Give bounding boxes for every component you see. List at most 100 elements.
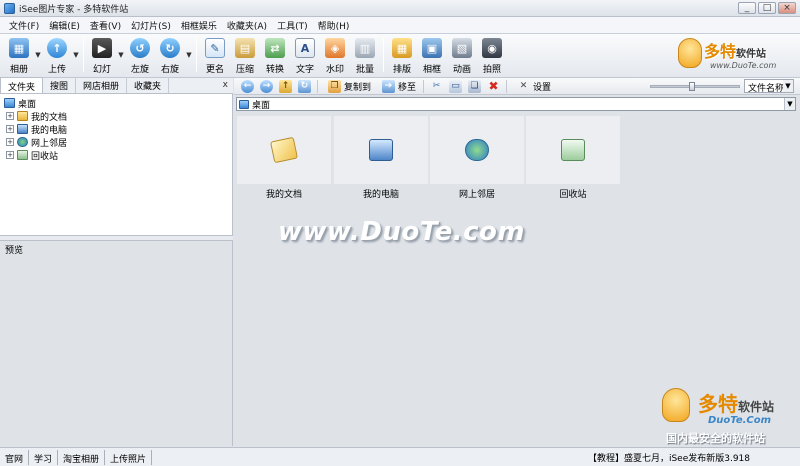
menu-edit[interactable]: 编辑(E)	[44, 19, 85, 32]
maximize-button[interactable]: □	[758, 2, 776, 14]
thumbnail-size-slider[interactable]	[650, 82, 740, 91]
minimize-button[interactable]: _	[738, 2, 756, 14]
thumbnail-network[interactable]	[430, 116, 524, 184]
thumbnail-my-computer[interactable]	[334, 116, 428, 184]
tree-item-desktop[interactable]: 桌面	[4, 97, 37, 110]
expand-icon[interactable]: +	[6, 151, 14, 159]
rotate-left-icon: ↺	[130, 38, 150, 58]
compress-button[interactable]: ▤ 压缩	[230, 34, 260, 76]
slideshow-label: 幻灯	[92, 65, 111, 75]
menu-file[interactable]: 文件(F)	[4, 19, 44, 32]
menu-slideshow[interactable]: 幻灯片(S)	[126, 19, 176, 32]
animation-button[interactable]: ▧ 动画	[447, 34, 477, 76]
status-bar: 官网 学习 淘宝相册 上传照片 【教程】盛夏七月，iSee发布新版3.918	[0, 447, 800, 466]
watermark-text: www.DuoTe.com	[278, 217, 525, 247]
watermark-button[interactable]: ◈ 水印	[320, 34, 350, 76]
menu-favorites[interactable]: 收藏夹(A)	[222, 19, 272, 32]
chevron-down-icon[interactable]: ▼	[784, 98, 795, 110]
watermark-label: 水印	[325, 65, 344, 75]
thumbnail-label: 回收站	[559, 190, 587, 200]
tab-shop-album[interactable]: 网店相册	[76, 77, 128, 93]
photo-button[interactable]: ◉ 拍照	[477, 34, 507, 76]
upload-button[interactable]: ↑ 上传	[42, 34, 72, 76]
batch-icon: ▥	[355, 38, 375, 58]
menu-view[interactable]: 查看(V)	[85, 19, 126, 32]
expand-icon[interactable]: +	[6, 112, 14, 120]
thumbnail-label: 网上邻居	[458, 190, 495, 200]
sort-select[interactable]: 文件名称 ▼	[744, 79, 794, 94]
rotate-left-button[interactable]: ↺ 左旋	[125, 34, 155, 76]
expand-icon[interactable]: +	[6, 125, 14, 133]
my-documents-icon	[17, 111, 28, 121]
compress-label: 压缩	[235, 65, 254, 75]
nav-separator	[423, 79, 425, 93]
back-icon[interactable]: ←	[241, 79, 254, 93]
my-documents-icon	[269, 136, 299, 164]
close-button[interactable]: ×	[778, 2, 796, 14]
slider-thumb[interactable]	[689, 82, 695, 91]
expand-icon[interactable]: +	[6, 138, 14, 146]
album-dropdown-icon[interactable]: ▼	[34, 34, 42, 76]
status-news-link[interactable]: 【教程】盛夏七月，iSee发布新版3.918	[588, 451, 750, 464]
tree-item-recycle-bin[interactable]: + 回收站	[6, 149, 59, 162]
tree-item-label: 我的电脑	[31, 125, 68, 136]
album-button[interactable]: ▦ 相册	[4, 34, 34, 76]
batch-button[interactable]: ▥ 批量	[350, 34, 380, 76]
nav-separator	[506, 79, 508, 93]
rotate-right-button[interactable]: ↻ 右旋	[155, 34, 185, 76]
menu-help[interactable]: 帮助(H)	[313, 19, 355, 32]
rotate-dropdown-icon[interactable]: ▼	[185, 34, 193, 76]
tab-folders[interactable]: 文件夹	[0, 77, 44, 93]
address-bar[interactable]: 桌面 ▼	[236, 97, 796, 111]
folder-up-icon[interactable]: ↑	[279, 79, 292, 93]
tab-favorites[interactable]: 收藏夹	[127, 77, 170, 93]
menu-tools[interactable]: 工具(T)	[272, 19, 313, 32]
tree-item-label: 桌面	[18, 99, 37, 110]
duplicate-icon[interactable]: ❏	[468, 79, 482, 93]
tools-icon: ✕	[519, 80, 528, 91]
status-link-taobao-album[interactable]: 淘宝相册	[58, 449, 106, 465]
mascot-icon	[662, 388, 690, 422]
tree-item-label: 回收站	[31, 151, 59, 162]
move-to-button[interactable]: ➔ 移至	[379, 79, 417, 93]
frame-button[interactable]: ▣ 相框	[417, 34, 447, 76]
delete-icon[interactable]: ✖	[487, 79, 500, 93]
menu-frame-fun[interactable]: 相框娱乐	[176, 19, 222, 32]
my-computer-icon	[17, 124, 28, 134]
frame-label: 相框	[422, 65, 441, 75]
upload-label: 上传	[47, 65, 66, 75]
upload-dropdown-icon[interactable]: ▼	[72, 34, 80, 76]
status-link-website[interactable]: 官网	[0, 449, 30, 465]
convert-button[interactable]: ⇄ 转换	[260, 34, 290, 76]
refresh-icon[interactable]: ↻	[298, 79, 311, 93]
pane-close-button[interactable]: x	[223, 80, 228, 90]
tree-item-network[interactable]: + 网上邻居	[6, 136, 67, 149]
tab-search-images[interactable]: 搜图	[43, 77, 77, 93]
slideshow-dropdown-icon[interactable]: ▼	[117, 34, 125, 76]
settings-button[interactable]: ✕ 设置	[514, 80, 551, 93]
paste-icon[interactable]: ▭	[449, 79, 463, 93]
watermark-icon: ◈	[325, 38, 345, 58]
photo-label: 拍照	[482, 65, 501, 75]
thumbnail-my-documents[interactable]	[237, 116, 331, 184]
tree-item-my-documents[interactable]: + 我的文档	[6, 110, 68, 123]
status-link-learn[interactable]: 学习	[29, 449, 59, 465]
tree-item-my-computer[interactable]: + 我的电脑	[6, 123, 68, 136]
film-icon: ▶	[92, 38, 112, 58]
left-tabs: 文件夹 搜图 网店相册 收藏夹 x	[0, 77, 233, 94]
title-bar: iSee图片专家 - 多特软件站 _ □ ×	[0, 0, 800, 17]
animation-label: 动画	[452, 65, 471, 75]
text-button[interactable]: A 文字	[290, 34, 320, 76]
forward-icon[interactable]: →	[260, 79, 273, 93]
tree-item-label: 我的文档	[31, 112, 68, 123]
slideshow-button[interactable]: ▶ 幻灯	[87, 34, 117, 76]
move-to-label: 移至	[398, 82, 417, 93]
thumbnail-recycle-bin[interactable]	[526, 116, 620, 184]
desktop-icon	[239, 99, 249, 109]
layout-button[interactable]: ▦ 排版	[387, 34, 417, 76]
cut-icon[interactable]: ✂	[430, 80, 443, 93]
rename-button[interactable]: ✎ 更名	[200, 34, 230, 76]
status-link-upload-photos[interactable]: 上传照片	[105, 449, 153, 465]
layout-label: 排版	[392, 65, 411, 75]
copy-to-button[interactable]: ❐ 复制到	[325, 79, 371, 93]
